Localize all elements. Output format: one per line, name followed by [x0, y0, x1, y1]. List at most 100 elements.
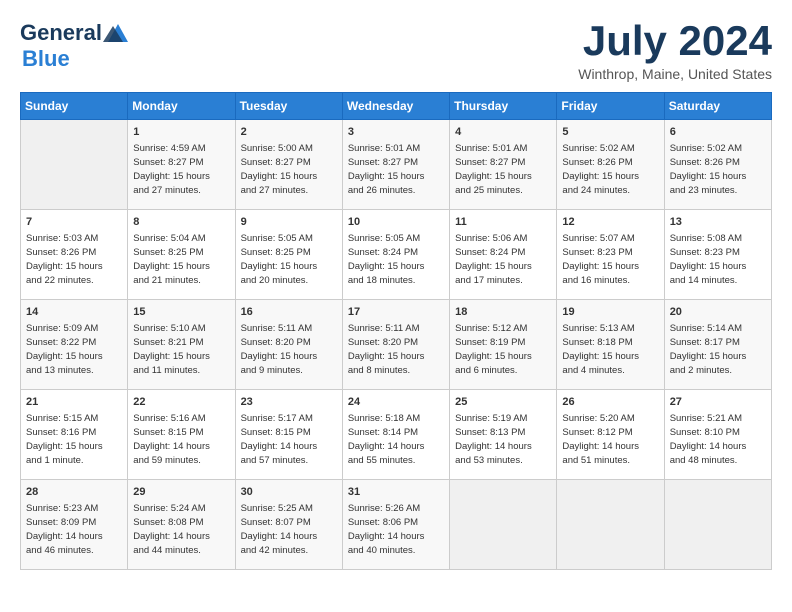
location-text: Winthrop, Maine, United States: [578, 66, 772, 82]
day-number: 28: [26, 484, 122, 501]
day-number: 31: [348, 484, 444, 501]
day-number: 12: [562, 214, 658, 231]
day-number: 13: [670, 214, 766, 231]
day-number: 22: [133, 394, 229, 411]
day-info: Sunrise: 5:11 AM Sunset: 8:20 PM Dayligh…: [241, 322, 337, 379]
day-info: Sunrise: 5:06 AM Sunset: 8:24 PM Dayligh…: [455, 232, 551, 289]
calendar-cell: 18Sunrise: 5:12 AM Sunset: 8:19 PM Dayli…: [450, 300, 557, 390]
weekday-header-thursday: Thursday: [450, 93, 557, 120]
day-number: 17: [348, 304, 444, 321]
weekday-header-wednesday: Wednesday: [342, 93, 449, 120]
weekday-header-saturday: Saturday: [664, 93, 771, 120]
day-info: Sunrise: 5:23 AM Sunset: 8:09 PM Dayligh…: [26, 502, 122, 559]
calendar-cell: 10Sunrise: 5:05 AM Sunset: 8:24 PM Dayli…: [342, 210, 449, 300]
day-info: Sunrise: 5:07 AM Sunset: 8:23 PM Dayligh…: [562, 232, 658, 289]
day-info: Sunrise: 5:01 AM Sunset: 8:27 PM Dayligh…: [455, 142, 551, 199]
calendar-cell: 30Sunrise: 5:25 AM Sunset: 8:07 PM Dayli…: [235, 480, 342, 570]
logo-blue-text: Blue: [22, 46, 70, 71]
day-info: Sunrise: 5:02 AM Sunset: 8:26 PM Dayligh…: [562, 142, 658, 199]
day-number: 21: [26, 394, 122, 411]
day-number: 7: [26, 214, 122, 231]
calendar-cell: 26Sunrise: 5:20 AM Sunset: 8:12 PM Dayli…: [557, 390, 664, 480]
day-number: 14: [26, 304, 122, 321]
day-info: Sunrise: 5:24 AM Sunset: 8:08 PM Dayligh…: [133, 502, 229, 559]
calendar-cell: [664, 480, 771, 570]
calendar-cell: 28Sunrise: 5:23 AM Sunset: 8:09 PM Dayli…: [21, 480, 128, 570]
day-number: 27: [670, 394, 766, 411]
day-number: 11: [455, 214, 551, 231]
day-info: Sunrise: 5:15 AM Sunset: 8:16 PM Dayligh…: [26, 412, 122, 469]
day-info: Sunrise: 5:20 AM Sunset: 8:12 PM Dayligh…: [562, 412, 658, 469]
day-number: 2: [241, 124, 337, 141]
day-info: Sunrise: 5:09 AM Sunset: 8:22 PM Dayligh…: [26, 322, 122, 379]
calendar-cell: 6Sunrise: 5:02 AM Sunset: 8:26 PM Daylig…: [664, 120, 771, 210]
day-number: 8: [133, 214, 229, 231]
calendar-cell: 17Sunrise: 5:11 AM Sunset: 8:20 PM Dayli…: [342, 300, 449, 390]
calendar-cell: 1Sunrise: 4:59 AM Sunset: 8:27 PM Daylig…: [128, 120, 235, 210]
weekday-header-sunday: Sunday: [21, 93, 128, 120]
day-number: 5: [562, 124, 658, 141]
day-number: 20: [670, 304, 766, 321]
weekday-header-tuesday: Tuesday: [235, 93, 342, 120]
calendar-cell: 9Sunrise: 5:05 AM Sunset: 8:25 PM Daylig…: [235, 210, 342, 300]
calendar-cell: 29Sunrise: 5:24 AM Sunset: 8:08 PM Dayli…: [128, 480, 235, 570]
calendar-cell: [21, 120, 128, 210]
day-number: 9: [241, 214, 337, 231]
day-info: Sunrise: 5:08 AM Sunset: 8:23 PM Dayligh…: [670, 232, 766, 289]
calendar-cell: 19Sunrise: 5:13 AM Sunset: 8:18 PM Dayli…: [557, 300, 664, 390]
day-number: 23: [241, 394, 337, 411]
day-info: Sunrise: 5:21 AM Sunset: 8:10 PM Dayligh…: [670, 412, 766, 469]
calendar-cell: 4Sunrise: 5:01 AM Sunset: 8:27 PM Daylig…: [450, 120, 557, 210]
weekday-header-friday: Friday: [557, 93, 664, 120]
calendar-cell: 16Sunrise: 5:11 AM Sunset: 8:20 PM Dayli…: [235, 300, 342, 390]
day-info: Sunrise: 5:03 AM Sunset: 8:26 PM Dayligh…: [26, 232, 122, 289]
day-info: Sunrise: 5:05 AM Sunset: 8:25 PM Dayligh…: [241, 232, 337, 289]
calendar-cell: 12Sunrise: 5:07 AM Sunset: 8:23 PM Dayli…: [557, 210, 664, 300]
calendar-cell: 23Sunrise: 5:17 AM Sunset: 8:15 PM Dayli…: [235, 390, 342, 480]
day-info: Sunrise: 5:11 AM Sunset: 8:20 PM Dayligh…: [348, 322, 444, 379]
calendar-cell: [557, 480, 664, 570]
day-number: 1: [133, 124, 229, 141]
calendar-cell: 11Sunrise: 5:06 AM Sunset: 8:24 PM Dayli…: [450, 210, 557, 300]
page-header: General Blue July 2024 Winthrop, Maine, …: [20, 20, 772, 82]
calendar-cell: 5Sunrise: 5:02 AM Sunset: 8:26 PM Daylig…: [557, 120, 664, 210]
logo-icon: [103, 22, 129, 44]
day-info: Sunrise: 5:04 AM Sunset: 8:25 PM Dayligh…: [133, 232, 229, 289]
day-info: Sunrise: 5:10 AM Sunset: 8:21 PM Dayligh…: [133, 322, 229, 379]
calendar-cell: 27Sunrise: 5:21 AM Sunset: 8:10 PM Dayli…: [664, 390, 771, 480]
calendar-cell: 21Sunrise: 5:15 AM Sunset: 8:16 PM Dayli…: [21, 390, 128, 480]
day-number: 4: [455, 124, 551, 141]
day-info: Sunrise: 5:00 AM Sunset: 8:27 PM Dayligh…: [241, 142, 337, 199]
calendar-table: SundayMondayTuesdayWednesdayThursdayFrid…: [20, 92, 772, 570]
title-block: July 2024 Winthrop, Maine, United States: [578, 20, 772, 82]
calendar-cell: 2Sunrise: 5:00 AM Sunset: 8:27 PM Daylig…: [235, 120, 342, 210]
day-number: 30: [241, 484, 337, 501]
calendar-cell: 24Sunrise: 5:18 AM Sunset: 8:14 PM Dayli…: [342, 390, 449, 480]
weekday-header-monday: Monday: [128, 93, 235, 120]
day-number: 24: [348, 394, 444, 411]
day-number: 18: [455, 304, 551, 321]
calendar-cell: 25Sunrise: 5:19 AM Sunset: 8:13 PM Dayli…: [450, 390, 557, 480]
day-info: Sunrise: 5:01 AM Sunset: 8:27 PM Dayligh…: [348, 142, 444, 199]
calendar-cell: 15Sunrise: 5:10 AM Sunset: 8:21 PM Dayli…: [128, 300, 235, 390]
day-number: 3: [348, 124, 444, 141]
day-info: Sunrise: 5:12 AM Sunset: 8:19 PM Dayligh…: [455, 322, 551, 379]
day-info: Sunrise: 5:14 AM Sunset: 8:17 PM Dayligh…: [670, 322, 766, 379]
day-info: Sunrise: 5:17 AM Sunset: 8:15 PM Dayligh…: [241, 412, 337, 469]
logo-general-text: General: [20, 20, 102, 46]
day-info: Sunrise: 5:13 AM Sunset: 8:18 PM Dayligh…: [562, 322, 658, 379]
day-number: 29: [133, 484, 229, 501]
day-info: Sunrise: 5:25 AM Sunset: 8:07 PM Dayligh…: [241, 502, 337, 559]
day-number: 6: [670, 124, 766, 141]
calendar-cell: 3Sunrise: 5:01 AM Sunset: 8:27 PM Daylig…: [342, 120, 449, 210]
calendar-cell: [450, 480, 557, 570]
day-info: Sunrise: 5:26 AM Sunset: 8:06 PM Dayligh…: [348, 502, 444, 559]
calendar-cell: 7Sunrise: 5:03 AM Sunset: 8:26 PM Daylig…: [21, 210, 128, 300]
calendar-cell: 22Sunrise: 5:16 AM Sunset: 8:15 PM Dayli…: [128, 390, 235, 480]
day-number: 19: [562, 304, 658, 321]
day-info: Sunrise: 5:05 AM Sunset: 8:24 PM Dayligh…: [348, 232, 444, 289]
day-info: Sunrise: 5:02 AM Sunset: 8:26 PM Dayligh…: [670, 142, 766, 199]
day-number: 15: [133, 304, 229, 321]
day-info: Sunrise: 5:18 AM Sunset: 8:14 PM Dayligh…: [348, 412, 444, 469]
calendar-cell: 20Sunrise: 5:14 AM Sunset: 8:17 PM Dayli…: [664, 300, 771, 390]
